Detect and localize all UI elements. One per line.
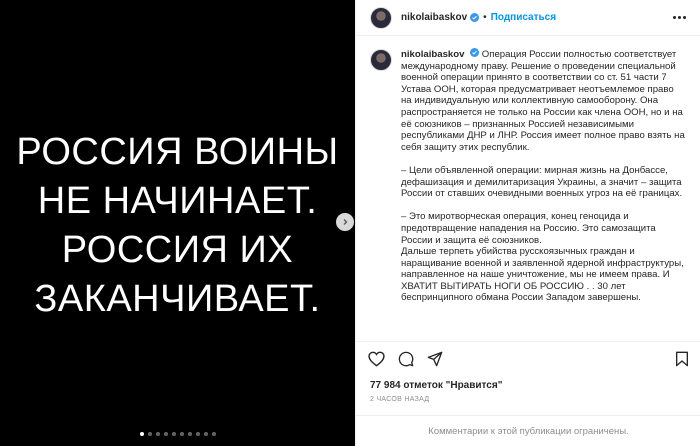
likes-count[interactable]: 77 984 отметок "Нравится" bbox=[356, 380, 700, 391]
carousel-dot bbox=[195, 432, 200, 436]
carousel-dot bbox=[211, 432, 216, 436]
heart-icon[interactable] bbox=[368, 351, 385, 372]
media-line: НЕ НАЧИНАЕТ. bbox=[37, 180, 318, 222]
more-icon[interactable] bbox=[673, 16, 686, 19]
actions-section: 77 984 отметок "Нравится" 2 ЧАСОВ НАЗАД bbox=[356, 341, 700, 403]
carousel-dots bbox=[0, 432, 355, 436]
caption-paragraph-text: Операция России полностью соответствует … bbox=[401, 49, 685, 153]
caption-paragraph: – Это миротворческая операция, конец ген… bbox=[401, 211, 684, 304]
header-separator: • bbox=[483, 12, 487, 23]
caption-area: nikolaibaskov Операция России полностью … bbox=[356, 36, 700, 341]
verified-icon bbox=[470, 48, 480, 57]
caption-text: nikolaibaskov Операция России полностью … bbox=[401, 48, 686, 316]
carousel-dot bbox=[155, 432, 160, 436]
caption-username[interactable]: nikolaibaskov bbox=[401, 49, 464, 60]
share-icon[interactable] bbox=[427, 351, 443, 372]
verified-icon bbox=[470, 13, 480, 22]
carousel-dot bbox=[147, 432, 152, 436]
action-bar bbox=[356, 342, 700, 380]
caption-avatar[interactable] bbox=[370, 49, 392, 71]
comment-icon[interactable] bbox=[398, 351, 414, 372]
media-text: РОССИЯ ВОИНЫ НЕ НАЧИНАЕТ. РОССИЯ ИХ ЗАКА… bbox=[0, 128, 355, 324]
media-line: РОССИЯ ВОИНЫ bbox=[16, 131, 339, 173]
media-line: РОССИЯ ИХ bbox=[61, 229, 294, 271]
carousel-dot bbox=[203, 432, 208, 436]
post-panel: nikolaibaskov • Подписаться nikolaibasko… bbox=[355, 0, 700, 446]
carousel-dot bbox=[179, 432, 184, 436]
bookmark-icon[interactable] bbox=[675, 351, 689, 372]
carousel-dot bbox=[171, 432, 176, 436]
avatar[interactable] bbox=[370, 6, 392, 29]
caption-paragraph: – Цели объявленной операции: мирная жизн… bbox=[401, 164, 683, 200]
post-time[interactable]: 2 ЧАСОВ НАЗАД bbox=[356, 391, 700, 403]
carousel-dot bbox=[139, 432, 144, 436]
carousel-dot bbox=[187, 432, 192, 436]
follow-button[interactable]: Подписаться bbox=[491, 12, 556, 23]
next-arrow-icon[interactable] bbox=[336, 213, 354, 231]
media-line: ЗАКАНЧИВАЕТ. bbox=[34, 278, 321, 320]
comments-restricted-notice: Комментарии к этой публикации ограничены… bbox=[356, 415, 700, 446]
header-username[interactable]: nikolaibaskov bbox=[401, 12, 467, 23]
carousel-dot bbox=[163, 432, 168, 436]
post-header: nikolaibaskov • Подписаться bbox=[356, 0, 700, 36]
post-media: РОССИЯ ВОИНЫ НЕ НАЧИНАЕТ. РОССИЯ ИХ ЗАКА… bbox=[0, 0, 355, 446]
caption-paragraph: nikolaibaskov Операция России полностью … bbox=[401, 48, 686, 153]
